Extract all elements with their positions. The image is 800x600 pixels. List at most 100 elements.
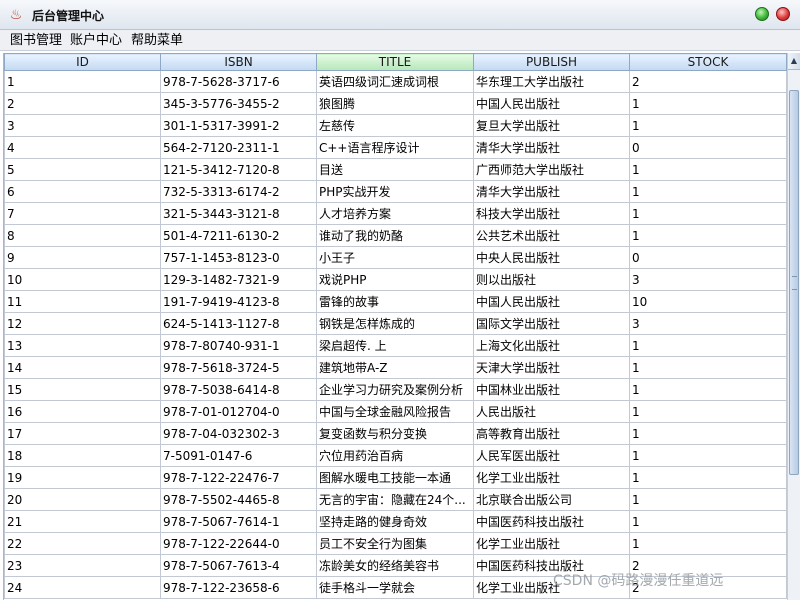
cell-stock[interactable]: 1 — [629, 488, 787, 511]
table-row[interactable]: 4 564-2-7120-2311-1 C++语言程序设计 清华大学出版社 0 — [4, 136, 787, 159]
cell-id[interactable]: 23 — [4, 554, 161, 577]
cell-isbn[interactable]: 191-7-9419-4123-8 — [160, 290, 317, 313]
cell-stock[interactable]: 10 — [629, 290, 787, 313]
menu-account-center[interactable]: 账户中心 — [68, 32, 124, 49]
cell-title[interactable]: 钢铁是怎样炼成的 — [316, 312, 474, 335]
cell-title[interactable]: 左慈传 — [316, 114, 474, 137]
cell-publish[interactable]: 北京联合出版公司 — [473, 488, 630, 511]
cell-id[interactable]: 21 — [4, 510, 161, 533]
cell-id[interactable]: 14 — [4, 356, 161, 379]
cell-id[interactable]: 1 — [4, 70, 161, 93]
cell-title[interactable]: 坚持走路的健身奇效 — [316, 510, 474, 533]
cell-isbn[interactable]: 978-7-5628-3717-6 — [160, 70, 317, 93]
cell-publish[interactable]: 清华大学出版社 — [473, 136, 630, 159]
window-titlebar[interactable]: ♨ 后台管理中心 — [0, 0, 800, 30]
cell-isbn[interactable]: 978-7-5038-6414-8 — [160, 378, 317, 401]
table-row[interactable]: 6 732-5-3313-6174-2 PHP实战开发 清华大学出版社 1 — [4, 180, 787, 203]
cell-id[interactable]: 22 — [4, 532, 161, 555]
cell-isbn[interactable]: 757-1-1453-8123-0 — [160, 246, 317, 269]
cell-id[interactable]: 20 — [4, 488, 161, 511]
cell-stock[interactable]: 3 — [629, 312, 787, 335]
cell-title[interactable]: 穴位用药治百病 — [316, 444, 474, 467]
cell-id[interactable]: 17 — [4, 422, 161, 445]
cell-isbn[interactable]: 732-5-3313-6174-2 — [160, 180, 317, 203]
cell-id[interactable]: 15 — [4, 378, 161, 401]
cell-title[interactable]: 员工不安全行为图集 — [316, 532, 474, 555]
menu-help[interactable]: 帮助菜单 — [129, 32, 185, 49]
cell-stock[interactable]: 2 — [629, 70, 787, 93]
cell-title[interactable]: C++语言程序设计 — [316, 136, 474, 159]
cell-isbn[interactable]: 7-5091-0147-6 — [160, 444, 317, 467]
cell-isbn[interactable]: 321-5-3443-3121-8 — [160, 202, 317, 225]
cell-stock[interactable]: 1 — [629, 532, 787, 555]
cell-stock[interactable]: 1 — [629, 466, 787, 489]
cell-id[interactable]: 6 — [4, 180, 161, 203]
cell-id[interactable]: 10 — [4, 268, 161, 291]
cell-id[interactable]: 24 — [4, 576, 161, 599]
cell-id[interactable]: 2 — [4, 92, 161, 115]
cell-title[interactable]: 英语四级词汇速成词根 — [316, 70, 474, 93]
cell-title[interactable]: 徒手格斗一学就会 — [316, 576, 474, 599]
cell-isbn[interactable]: 345-3-5776-3455-2 — [160, 92, 317, 115]
cell-title[interactable]: 无言的宇宙：隐藏在24个... — [316, 488, 474, 511]
table-row[interactable]: 3 301-1-5317-3991-2 左慈传 复旦大学出版社 1 — [4, 114, 787, 137]
cell-publish[interactable]: 人民军医出版社 — [473, 444, 630, 467]
table-row[interactable]: 7 321-5-3443-3121-8 人才培养方案 科技大学出版社 1 — [4, 202, 787, 225]
table-row[interactable]: 15 978-7-5038-6414-8 企业学习力研究及案例分析 中国林业出版社 1 — [4, 378, 787, 401]
cell-publish[interactable]: 上海文化出版社 — [473, 334, 630, 357]
cell-stock[interactable]: 1 — [629, 422, 787, 445]
cell-title[interactable]: PHP实战开发 — [316, 180, 474, 203]
cell-id[interactable]: 5 — [4, 158, 161, 181]
cell-publish[interactable]: 天津大学出版社 — [473, 356, 630, 379]
cell-id[interactable]: 7 — [4, 202, 161, 225]
cell-id[interactable]: 19 — [4, 466, 161, 489]
table-row[interactable]: 17 978-7-04-032302-3 复变函数与积分变换 高等教育出版社 1 — [4, 422, 787, 445]
cell-publish[interactable]: 复旦大学出版社 — [473, 114, 630, 137]
cell-publish[interactable]: 中央人民出版社 — [473, 246, 630, 269]
menu-book-management[interactable]: 图书管理 — [8, 32, 64, 49]
column-header-stock[interactable]: STOCK — [629, 53, 787, 71]
cell-title[interactable]: 人才培养方案 — [316, 202, 474, 225]
cell-publish[interactable]: 国际文学出版社 — [473, 312, 630, 335]
cell-title[interactable]: 企业学习力研究及案例分析 — [316, 378, 474, 401]
cell-title[interactable]: 狼图腾 — [316, 92, 474, 115]
cell-stock[interactable]: 0 — [629, 246, 787, 269]
table-row[interactable]: 16 978-7-01-012704-0 中国与全球金融风险报告 人民出版社 1 — [4, 400, 787, 423]
cell-id[interactable]: 12 — [4, 312, 161, 335]
cell-title[interactable]: 戏说PHP — [316, 268, 474, 291]
cell-title[interactable]: 小王子 — [316, 246, 474, 269]
cell-title[interactable]: 冻龄美女的经络美容书 — [316, 554, 474, 577]
column-header-title[interactable]: TITLE — [316, 53, 474, 71]
cell-publish[interactable]: 华东理工大学出版社 — [473, 70, 630, 93]
cell-publish[interactable]: 广西师范大学出版社 — [473, 158, 630, 181]
vertical-scrollbar[interactable]: ▲ — [787, 53, 800, 600]
scrollbar-thumb[interactable] — [789, 90, 799, 475]
cell-publish[interactable]: 中国人民出版社 — [473, 290, 630, 313]
cell-isbn[interactable]: 978-7-5067-7613-4 — [160, 554, 317, 577]
cell-title[interactable]: 雷锋的故事 — [316, 290, 474, 313]
cell-isbn[interactable]: 624-5-1413-1127-8 — [160, 312, 317, 335]
cell-isbn[interactable]: 121-5-3412-7120-8 — [160, 158, 317, 181]
cell-isbn[interactable]: 978-7-80740-931-1 — [160, 334, 317, 357]
cell-stock[interactable]: 3 — [629, 268, 787, 291]
cell-publish[interactable]: 人民出版社 — [473, 400, 630, 423]
table-row[interactable]: 18 7-5091-0147-6 穴位用药治百病 人民军医出版社 1 — [4, 444, 787, 467]
cell-stock[interactable]: 0 — [629, 136, 787, 159]
cell-stock[interactable]: 1 — [629, 224, 787, 247]
cell-stock[interactable]: 1 — [629, 334, 787, 357]
table-row[interactable]: 5 121-5-3412-7120-8 目送 广西师范大学出版社 1 — [4, 158, 787, 181]
cell-isbn[interactable]: 501-4-7211-6130-2 — [160, 224, 317, 247]
table-row[interactable]: 19 978-7-122-22476-7 图解水暖电工技能一本通 化学工业出版社 1 — [4, 466, 787, 489]
cell-isbn[interactable]: 129-3-1482-7321-9 — [160, 268, 317, 291]
cell-publish[interactable]: 科技大学出版社 — [473, 202, 630, 225]
column-header-publish[interactable]: PUBLISH — [473, 53, 630, 71]
cell-id[interactable]: 18 — [4, 444, 161, 467]
maximize-icon[interactable] — [755, 7, 769, 21]
cell-publish[interactable]: 公共艺术出版社 — [473, 224, 630, 247]
cell-isbn[interactable]: 564-2-7120-2311-1 — [160, 136, 317, 159]
table-row[interactable]: 9 757-1-1453-8123-0 小王子 中央人民出版社 0 — [4, 246, 787, 269]
cell-stock[interactable]: 1 — [629, 510, 787, 533]
cell-publish[interactable]: 中国林业出版社 — [473, 378, 630, 401]
cell-isbn[interactable]: 301-1-5317-3991-2 — [160, 114, 317, 137]
close-icon[interactable] — [776, 7, 790, 21]
